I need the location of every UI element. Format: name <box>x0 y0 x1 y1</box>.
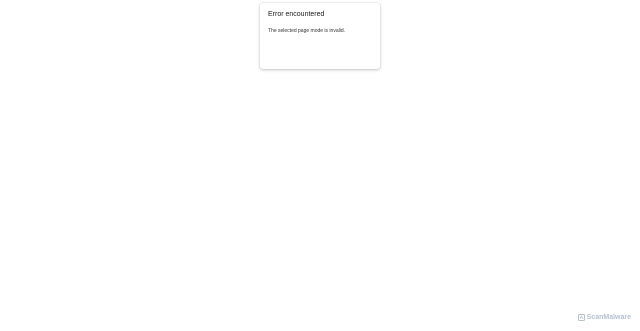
scanmalware-logo-icon <box>577 314 585 321</box>
dialog-title: Error encountered <box>268 11 325 18</box>
watermark-text: ScanMalware <box>586 314 631 321</box>
watermark: ScanMalware <box>577 314 631 321</box>
page-root: Error encountered The selected page mode… <box>0 0 640 331</box>
error-dialog: Error encountered The selected page mode… <box>260 3 380 69</box>
dialog-message: The selected page mode is invalid. <box>268 28 345 34</box>
